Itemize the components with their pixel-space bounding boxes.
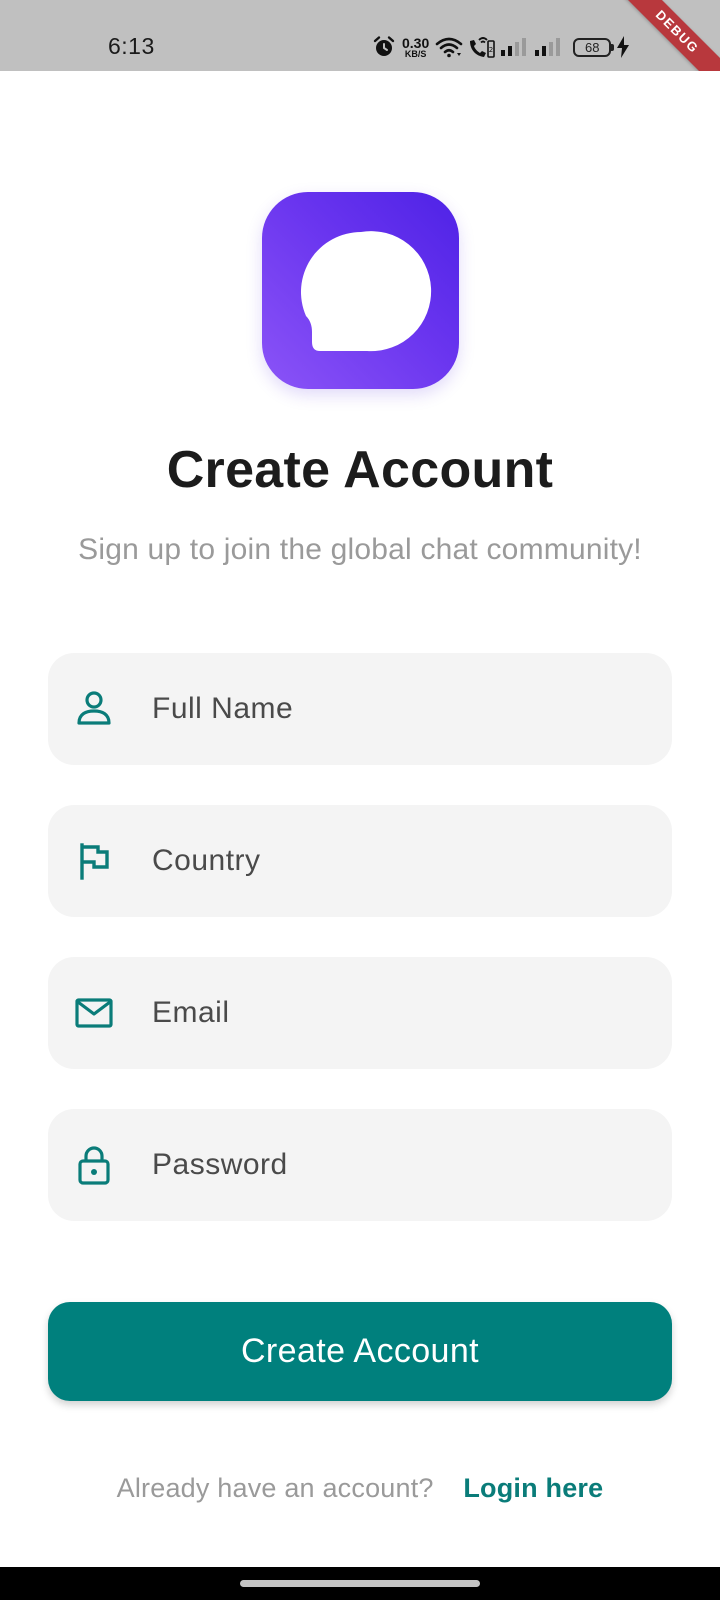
charging-icon [617, 36, 630, 58]
svg-text:2: 2 [489, 46, 493, 54]
home-gesture-handle[interactable] [240, 1580, 480, 1587]
email-field[interactable] [48, 957, 672, 1069]
password-field[interactable] [48, 1109, 672, 1221]
lock-icon [78, 1146, 110, 1185]
chat-bubble-icon [300, 231, 432, 352]
full-name-input[interactable] [152, 653, 652, 765]
page-subtitle: Sign up to join the global chat communit… [78, 533, 642, 566]
flag-icon [80, 843, 109, 880]
login-prompt: Already have an account? [116, 1473, 434, 1503]
signal-icon [501, 38, 527, 56]
call-wifi-icon: 2 [470, 37, 496, 58]
network-speed-unit: KB/S [404, 48, 427, 59]
navigation-bar [0, 1567, 720, 1600]
network-speed: 0.30 KB/S [402, 36, 429, 59]
wifi-icon [435, 37, 463, 58]
login-link[interactable]: Login here [463, 1473, 603, 1503]
status-icons: 0.30 KB/S 2 68 [372, 33, 631, 61]
battery-level: 68 [585, 39, 600, 55]
network-speed-value: 0.30 [402, 34, 430, 51]
signal-icon [535, 38, 561, 56]
password-input[interactable] [152, 1109, 652, 1221]
country-field[interactable] [48, 805, 672, 917]
mail-icon [75, 998, 113, 1028]
alarm-icon [373, 36, 395, 56]
create-account-button[interactable]: Create Account [48, 1302, 672, 1401]
person-icon [77, 691, 111, 725]
battery-icon: 68 [573, 37, 615, 57]
app-logo [262, 192, 459, 389]
country-input[interactable] [152, 805, 652, 917]
page-title: Create Account [166, 441, 554, 499]
email-input[interactable] [152, 957, 652, 1069]
login-row: Already have an account? Login here [0, 1473, 720, 1504]
full-name-field[interactable] [48, 653, 672, 765]
status-time: 6:13 [108, 33, 155, 59]
status-bar: 6:13 0.30 KB/S 2 68 DEBUG [0, 0, 720, 71]
